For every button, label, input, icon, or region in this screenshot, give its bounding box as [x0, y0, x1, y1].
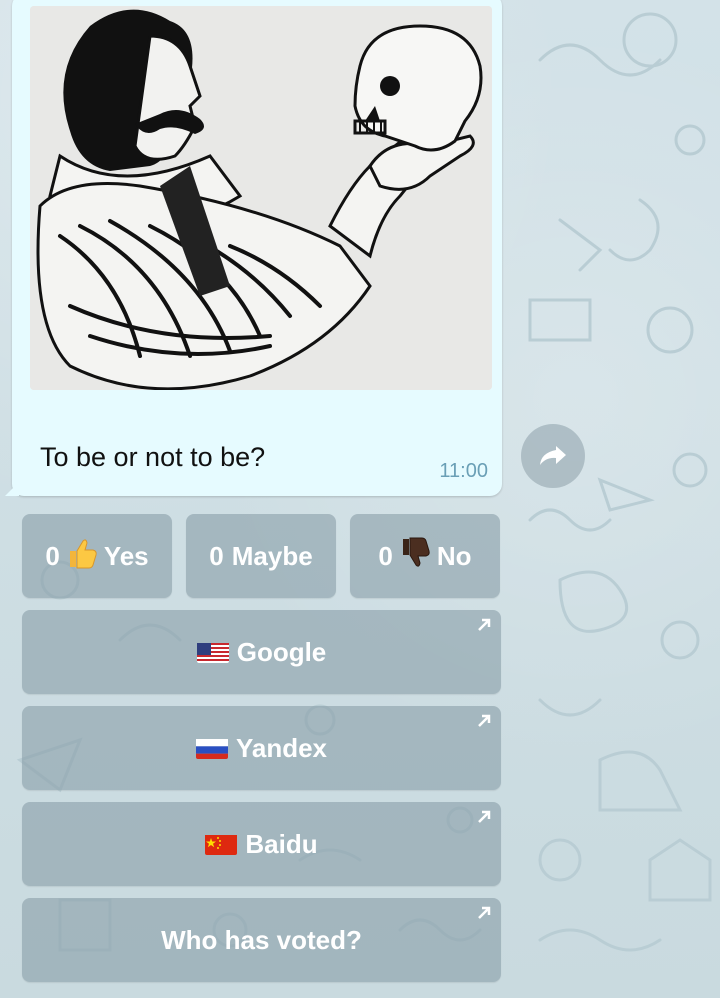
share-arrow-icon: [540, 446, 566, 465]
forward-button[interactable]: [521, 424, 585, 488]
vote-no-label: No: [436, 540, 472, 571]
vote-yes-count: 0: [45, 540, 60, 571]
thumbs-up-icon: [66, 537, 98, 576]
ru-flag-icon: [195, 737, 228, 759]
vote-maybe-button[interactable]: 0 Maybe: [186, 514, 336, 598]
yandex-link-label: Yandex: [235, 732, 328, 763]
us-flag-icon: [196, 641, 229, 663]
google-link-button[interactable]: Google: [22, 610, 501, 694]
message-caption: To be or not to be?: [40, 442, 266, 472]
open-link-arrow-icon: [478, 906, 491, 919]
message-bubble: To be or not to be? 11:00: [5, 0, 502, 496]
hamlet-skull-illustration: [30, 6, 492, 390]
vote-maybe-count: 0: [209, 540, 224, 571]
yandex-link-button[interactable]: Yandex: [22, 706, 501, 790]
vote-maybe-label: Maybe: [231, 540, 313, 571]
open-link-arrow-icon: [478, 618, 491, 631]
vote-yes-button[interactable]: 0 Yes: [22, 514, 172, 598]
open-link-arrow-icon: [478, 714, 491, 727]
vote-yes-label: Yes: [103, 540, 149, 571]
cn-flag-icon: [205, 833, 238, 855]
thumbs-down-icon: [399, 537, 431, 576]
google-link-label: Google: [236, 636, 327, 667]
vote-no-button[interactable]: 0 No: [350, 514, 500, 598]
message-time: 11:00: [439, 460, 488, 482]
open-link-arrow-icon: [478, 810, 491, 823]
message-photo[interactable]: [30, 6, 492, 390]
who-has-voted-button[interactable]: Who has voted?: [22, 898, 501, 982]
baidu-link-button[interactable]: Baidu: [22, 802, 501, 886]
baidu-link-label: Baidu: [245, 828, 318, 859]
vote-no-count: 0: [378, 540, 393, 571]
who-has-voted-label: Who has voted?: [161, 924, 362, 955]
